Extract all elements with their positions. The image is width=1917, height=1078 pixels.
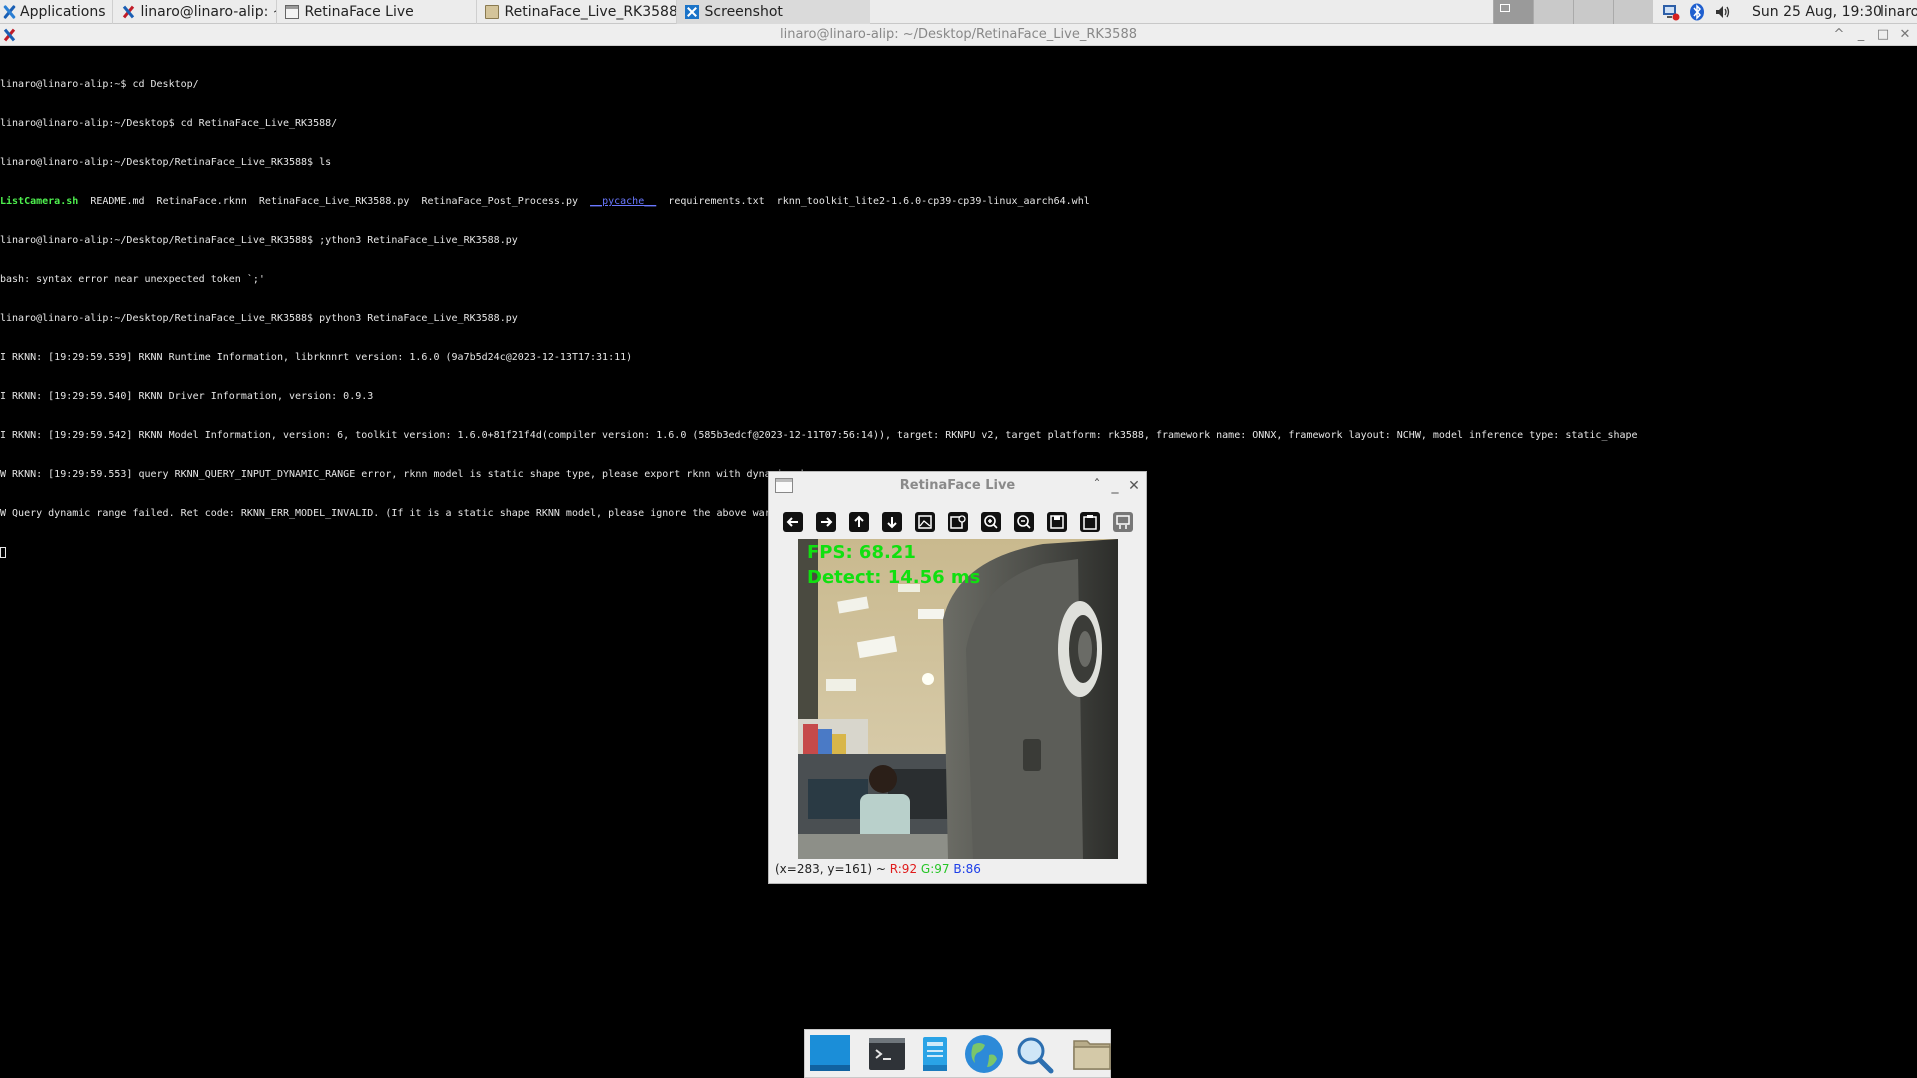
terminal-ls-output: ListCamera.sh README.md RetinaFace.rknn … xyxy=(0,195,1917,208)
home-folder-icon xyxy=(1073,1039,1111,1070)
file-manager-icon xyxy=(923,1036,947,1071)
zoom-original-button[interactable] xyxy=(944,508,972,536)
save-icon xyxy=(1047,512,1067,532)
zoom-in-icon xyxy=(981,512,1001,532)
zoom-out-button[interactable] xyxy=(1010,508,1038,536)
dock xyxy=(804,1029,1111,1078)
minimize-button[interactable]: _ xyxy=(1105,475,1125,497)
taskbar-item-terminal[interactable]: linaro@linaro-alip: ~/De... xyxy=(111,0,276,24)
clipboard-icon xyxy=(1080,512,1100,532)
terminal-title: linaro@linaro-alip: ~/Desktop/RetinaFace… xyxy=(780,27,1137,42)
web-browser-launcher[interactable] xyxy=(963,1033,1005,1075)
ls-directory-entry: __pycache__ xyxy=(590,196,657,207)
camera-frame[interactable]: FPS: 68.21 Detect: 14.56 ms xyxy=(798,539,1118,859)
app-finder-launcher[interactable] xyxy=(1013,1033,1055,1075)
clock[interactable]: Sun 25 Aug, 19:30 xyxy=(1752,0,1882,24)
terminal-line: linaro@linaro-alip:~/Desktop/RetinaFace_… xyxy=(0,313,518,324)
pan-left-button[interactable] xyxy=(779,508,807,536)
viewer-toolbar xyxy=(779,508,1137,536)
web-browser-icon xyxy=(965,1034,1003,1073)
top-panel: Applications linaro@linaro-alip: ~/De...… xyxy=(0,0,1917,24)
ls-files-entry: requirements.txt rknn_toolkit_lite2-1.6.… xyxy=(656,196,1090,207)
viewer-titlebar[interactable]: RetinaFace Live ˆ _ ✕ xyxy=(769,472,1146,500)
minimize-button[interactable]: _ xyxy=(1850,24,1872,46)
applications-label: Applications xyxy=(20,3,106,20)
terminal-line: I RKNN: [19:29:59.540] RKNN Driver Infor… xyxy=(0,391,374,402)
terminal-launcher[interactable] xyxy=(867,1033,907,1075)
taskbar-item-label: linaro@linaro-alip: ~/De... xyxy=(140,3,276,20)
system-tray xyxy=(1662,0,1732,24)
terminal-line: I RKNN: [19:29:59.539] RKNN Runtime Info… xyxy=(0,352,633,363)
terminal-line: linaro@linaro-alip:~/Desktop/RetinaFace_… xyxy=(0,157,332,168)
show-desktop-button[interactable] xyxy=(809,1033,851,1075)
taskbar-item-file-manager[interactable]: RetinaFace_Live_RK3588 xyxy=(475,0,676,24)
volume-icon[interactable] xyxy=(1714,3,1732,21)
pan-right-button[interactable] xyxy=(812,508,840,536)
workspace-4[interactable] xyxy=(1613,0,1653,24)
fps-overlay: FPS: 68.21 xyxy=(807,542,916,563)
taskbar-item-screenshot[interactable]: Screenshot xyxy=(675,0,870,24)
terminal-line: I RKNN: [19:29:59.542] RKNN Model Inform… xyxy=(0,430,1638,441)
text-cursor xyxy=(0,546,6,558)
workspace-3[interactable] xyxy=(1573,0,1613,24)
pixel-status-bar: (x=283, y=161) ~ R:92 G:97 B:86 xyxy=(775,862,981,876)
folder-icon xyxy=(484,4,499,19)
detect-time-overlay: Detect: 14.56 ms xyxy=(807,567,981,588)
app-finder-icon xyxy=(1017,1037,1054,1073)
taskbar-item-label: RetinaFace_Live_RK3588 xyxy=(504,3,676,20)
arrow-up-icon xyxy=(849,512,869,532)
blue-value: B:86 xyxy=(953,862,981,876)
zoom-fit-button[interactable] xyxy=(911,508,939,536)
close-button[interactable]: ✕ xyxy=(1894,24,1916,46)
green-value: G:97 xyxy=(920,862,950,876)
copy-image-button[interactable] xyxy=(1076,508,1104,536)
taskbar-item-label: RetinaFace Live xyxy=(304,3,414,20)
workspace-2[interactable] xyxy=(1533,0,1573,24)
terminal-line: linaro@linaro-alip:~/Desktop/RetinaFace_… xyxy=(0,235,518,246)
screenshot-icon xyxy=(684,4,699,19)
home-folder-launcher[interactable] xyxy=(1071,1033,1113,1075)
terminal-line: linaro@linaro-alip:~$ cd Desktop/ xyxy=(0,79,199,90)
image-fit-icon xyxy=(915,512,935,532)
applications-menu[interactable]: Applications xyxy=(0,0,112,24)
terminal-line: bash: syntax error near unexpected token… xyxy=(0,274,265,285)
workspace-switcher xyxy=(1493,0,1653,24)
zoom-in-button[interactable] xyxy=(977,508,1005,536)
arrow-right-icon xyxy=(816,512,836,532)
pan-up-button[interactable] xyxy=(845,508,873,536)
terminal-icon xyxy=(869,1037,905,1070)
show-desktop-icon xyxy=(810,1034,850,1071)
maximize-button[interactable]: □ xyxy=(1872,24,1894,46)
terminal-app-icon xyxy=(121,5,135,19)
network-icon[interactable] xyxy=(1662,3,1680,21)
shade-button[interactable]: ^ xyxy=(1828,24,1850,46)
save-image-button[interactable] xyxy=(1043,508,1071,536)
workspace-1[interactable] xyxy=(1493,0,1533,24)
ls-files-entry: README.md RetinaFace.rknn RetinaFace_Liv… xyxy=(78,196,591,207)
arrow-left-icon xyxy=(783,512,803,532)
image-original-icon xyxy=(948,512,968,532)
cursor-coords: (x=283, y=161) ~ xyxy=(775,862,890,876)
user-menu[interactable]: linaro xyxy=(1880,0,1917,24)
taskbar-item-retinaface-live[interactable]: RetinaFace Live xyxy=(275,0,476,24)
properties-icon xyxy=(1113,512,1133,532)
taskbar-item-label: Screenshot xyxy=(704,3,783,20)
close-button[interactable]: ✕ xyxy=(1124,475,1144,497)
ls-script-entry: ListCamera.sh xyxy=(0,196,79,207)
window-icon xyxy=(284,4,299,19)
xfce-logo-icon xyxy=(2,5,16,19)
terminal-titlebar[interactable]: linaro@linaro-alip: ~/Desktop/RetinaFace… xyxy=(0,24,1917,46)
red-value: R:92 xyxy=(889,862,918,876)
terminal-line: linaro@linaro-alip:~/Desktop$ cd RetinaF… xyxy=(0,118,338,129)
bluetooth-icon[interactable] xyxy=(1688,3,1706,21)
shade-button[interactable]: ˆ xyxy=(1087,475,1107,497)
properties-button[interactable] xyxy=(1109,508,1137,536)
pan-down-button[interactable] xyxy=(878,508,906,536)
zoom-out-icon xyxy=(1014,512,1034,532)
arrow-down-icon xyxy=(882,512,902,532)
file-manager-launcher[interactable] xyxy=(915,1033,955,1075)
retinaface-live-window[interactable]: RetinaFace Live ˆ _ ✕ FPS: 68.21 Detect:… xyxy=(768,471,1147,884)
